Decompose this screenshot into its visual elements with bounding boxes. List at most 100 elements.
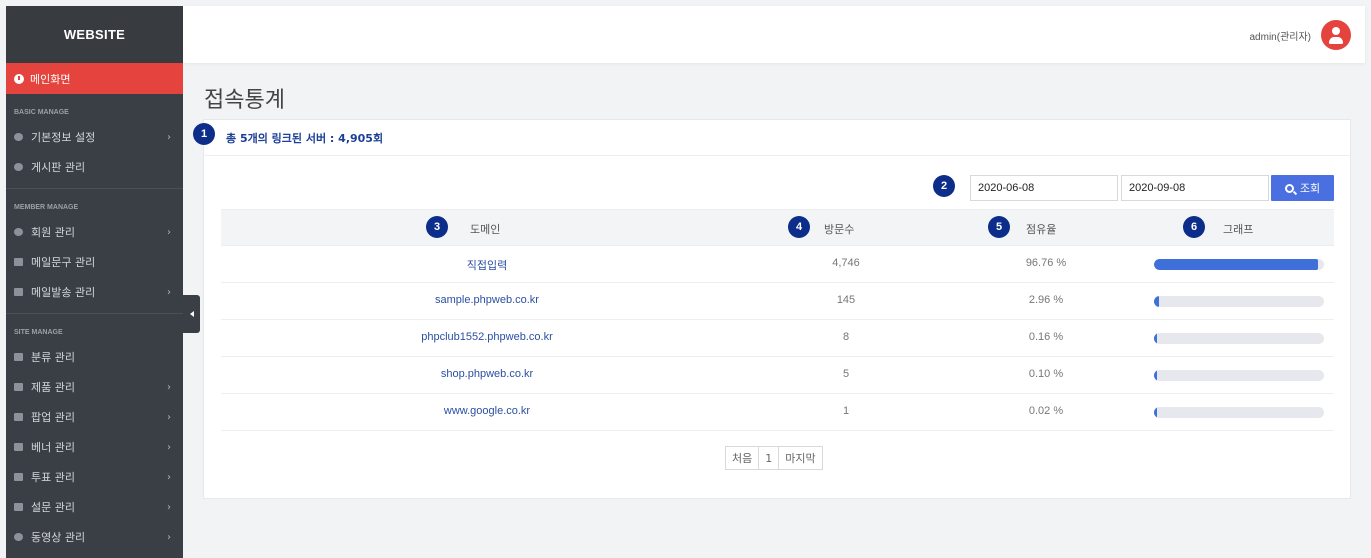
share-progress-fill: [1154, 259, 1319, 270]
page-last-button[interactable]: 마지막: [778, 447, 821, 469]
chevron-right-icon: ›: [167, 472, 171, 483]
annotation-badge-1: 1: [193, 123, 215, 145]
share-progress-fill: [1154, 407, 1158, 418]
section-title: BASIC MANAGE: [14, 109, 69, 116]
chevron-right-icon: ›: [167, 502, 171, 513]
summary-text: 총 5개의 링크된 서버 : 4,905회: [226, 131, 384, 145]
sidebar-item-vote[interactable]: 투표 관리 ›: [6, 462, 183, 492]
column-header-graph: 그래프: [1223, 223, 1254, 236]
sidebar-item-main[interactable]: 메인화면: [6, 63, 183, 94]
visits-cell: 4,746: [832, 257, 860, 269]
search-icon: [1284, 183, 1294, 193]
chevron-right-icon: ›: [167, 382, 171, 393]
sidebar-item-label: 동영상 관리: [31, 531, 86, 544]
sidebar-item-category[interactable]: 분류 관리: [6, 342, 183, 372]
section-title: SITE MANAGE: [14, 329, 63, 336]
share-progress-bar: [1154, 259, 1324, 270]
sidebar-item-members[interactable]: 회원 관리 ›: [6, 217, 183, 247]
survey-icon: [14, 503, 23, 511]
domain-cell[interactable]: www.google.co.kr: [221, 405, 753, 417]
avatar[interactable]: [1321, 20, 1351, 50]
sidebar-item-survey[interactable]: 설문 관리 ›: [6, 492, 183, 522]
column-header-domain: 도메인: [470, 223, 501, 236]
share-cell: 0.02 %: [1028, 405, 1064, 417]
share-cell: 0.16 %: [1028, 331, 1064, 343]
share-progress-bar: [1154, 407, 1324, 418]
table-header: 도메인 방문수 점유율 그래프: [221, 209, 1334, 246]
chevron-right-icon: ›: [167, 287, 171, 298]
share-progress-fill: [1154, 370, 1158, 381]
top-bar: admin(관리자): [183, 6, 1365, 63]
spellcheck-icon: [14, 258, 23, 266]
page-first-button[interactable]: 처음: [726, 447, 758, 469]
visits-cell: 8: [842, 331, 850, 343]
chevron-right-icon: ›: [167, 227, 171, 238]
domain-cell[interactable]: sample.phpweb.co.kr: [221, 294, 753, 306]
chart-icon: [14, 473, 23, 481]
sidebar-item-banner[interactable]: 베너 관리 ›: [6, 432, 183, 462]
banner-icon: [14, 443, 23, 451]
chevron-right-icon: ›: [167, 132, 171, 143]
sidebar-item-label: 제품 관리: [31, 381, 75, 394]
share-cell: 96.76 %: [1025, 257, 1067, 269]
share-cell: 0.10 %: [1028, 368, 1064, 380]
table-row: phpclub1552.phpweb.co.kr 8 0.16 %: [221, 320, 1334, 357]
list-icon: [14, 353, 23, 361]
sidebar-item-label: 팝업 관리: [31, 411, 75, 424]
column-header-visits: 방문수: [824, 223, 855, 236]
annotation-badge-3: 3: [426, 216, 448, 238]
visits-cell: 145: [836, 294, 856, 306]
sidebar-section-basic: BASIC MANAGE 기본정보 설정 › 게시판 관리: [6, 94, 183, 188]
search-button[interactable]: 조회: [1271, 175, 1334, 201]
start-date-input[interactable]: 2020-06-08: [970, 175, 1118, 201]
table-row: www.google.co.kr 1 0.02 %: [221, 394, 1334, 431]
visits-cell: 5: [842, 368, 850, 380]
card-header: 총 5개의 링크된 서버 : 4,905회: [204, 120, 1350, 156]
table-row: 직접입력 4,746 96.76 %: [221, 246, 1334, 283]
sidebar-item-label: 메일문구 관리: [31, 256, 96, 269]
sidebar-section-site: SITE MANAGE 분류 관리 제품 관리 › 팝업 관리 › 베너 관리 …: [6, 313, 183, 552]
share-progress-fill: [1154, 333, 1158, 344]
sidebar-item-label: 회원 관리: [31, 226, 75, 239]
column-header-share: 점유율: [1026, 223, 1057, 236]
share-progress-bar: [1154, 370, 1324, 381]
sidebar-item-product[interactable]: 제품 관리 ›: [6, 372, 183, 402]
annotation-badge-5: 5: [988, 216, 1010, 238]
chevron-right-icon: ›: [167, 532, 171, 543]
section-title: MEMBER MANAGE: [14, 204, 79, 211]
play-icon: [14, 533, 23, 541]
gear-icon: [14, 133, 23, 141]
sidebar-item-label: 메일발송 관리: [31, 286, 96, 299]
sidebar-item-label: 설문 관리: [31, 501, 75, 514]
sidebar-item-video[interactable]: 동영상 관리 ›: [6, 522, 183, 552]
sidebar-item-basic-info[interactable]: 기본정보 설정 ›: [6, 122, 183, 152]
visits-cell: 1: [842, 405, 850, 417]
chevron-right-icon: ›: [167, 412, 171, 423]
dashboard-icon: [14, 73, 24, 84]
user-name[interactable]: admin(관리자): [1250, 28, 1312, 43]
sidebar: WEBSITE 메인화면 BASIC MANAGE 기본정보 설정 › 게시판 …: [6, 6, 183, 558]
page-title: 접속통계: [204, 88, 285, 113]
sidebar-item-mail-text[interactable]: 메일문구 관리: [6, 247, 183, 277]
brand-logo[interactable]: WEBSITE: [6, 6, 183, 63]
page-number-button[interactable]: 1: [758, 447, 778, 469]
annotation-badge-4: 4: [788, 216, 810, 238]
domain-cell[interactable]: phpclub1552.phpweb.co.kr: [221, 331, 753, 343]
sidebar-item-board[interactable]: 게시판 관리: [6, 152, 183, 182]
sidebar-collapse-toggle[interactable]: [183, 295, 200, 333]
search-button-label: 조회: [1299, 182, 1321, 195]
sidebar-item-popup[interactable]: 팝업 관리 ›: [6, 402, 183, 432]
share-progress-bar: [1154, 333, 1324, 344]
sidebar-item-label: 메인화면: [30, 72, 71, 86]
domain-cell[interactable]: 직접입력: [221, 257, 753, 273]
comments-icon: [14, 163, 23, 171]
end-date-input[interactable]: 2020-09-08: [1121, 175, 1269, 201]
annotation-badge-2: 2: [933, 175, 955, 197]
sidebar-section-member: MEMBER MANAGE 회원 관리 › 메일문구 관리 메일발송 관리 ›: [6, 188, 183, 313]
share-progress-bar: [1154, 296, 1324, 307]
window-icon: [14, 413, 23, 421]
sidebar-item-mail-send[interactable]: 메일발송 관리 ›: [6, 277, 183, 307]
domain-cell[interactable]: shop.phpweb.co.kr: [221, 368, 753, 380]
table-row: shop.phpweb.co.kr 5 0.10 %: [221, 357, 1334, 394]
envelope-icon: [14, 288, 23, 296]
